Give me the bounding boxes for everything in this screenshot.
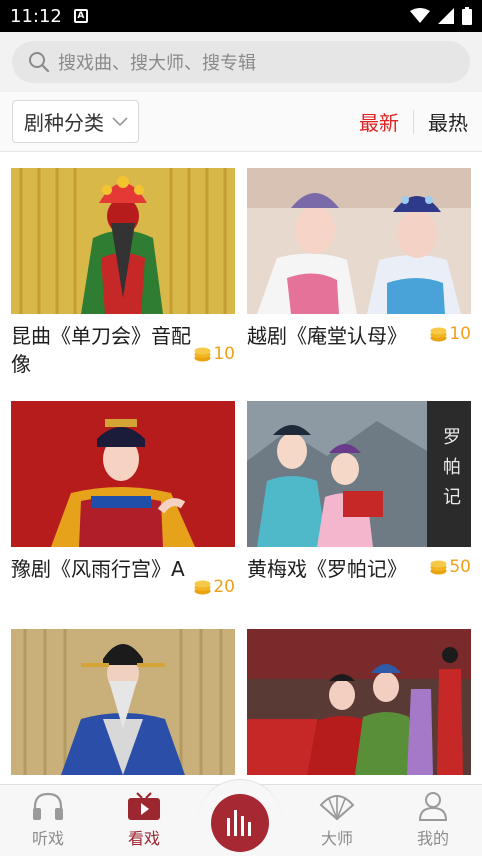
signal-icon (438, 8, 454, 24)
coin-icon (194, 580, 211, 594)
chevron-down-icon (112, 116, 128, 126)
filter-bar: 剧种分类 最新 最热 (0, 92, 482, 152)
video-grid: 昆曲《单刀会》音配像 10 越剧《庵堂认母》 10 豫剧《风雨行宫》A 20 罗… (0, 152, 482, 784)
sort-divider (413, 109, 414, 134)
tab-master-label: 大师 (320, 829, 353, 848)
tab-listen[interactable]: 听戏 (13, 791, 83, 849)
video-price: 20 (194, 577, 235, 597)
status-bar: 11:12 A (0, 0, 482, 32)
video-price-value: 50 (449, 557, 471, 577)
video-card[interactable]: 越剧《庵堂认母》 10 (247, 168, 471, 348)
video-card[interactable]: 罗帕记 黄梅戏《罗帕记》 50 (247, 401, 471, 581)
center-audio-button[interactable] (211, 794, 269, 852)
wifi-icon (410, 8, 430, 23)
video-thumbnail-elder[interactable] (11, 629, 235, 775)
video-price-value: 10 (449, 324, 471, 344)
video-price: 50 (430, 557, 471, 577)
video-card[interactable]: 昆曲《单刀会》音配像 10 (11, 168, 235, 376)
sort-latest-button[interactable]: 最新 (359, 107, 399, 136)
video-price: 10 (430, 324, 471, 344)
bottom-tab-bar: 听戏 看戏 大师 我的 (0, 779, 482, 856)
video-thumbnail-yuju[interactable] (11, 401, 235, 547)
video-card[interactable] (11, 629, 235, 775)
fan-icon (319, 795, 355, 821)
video-title: 豫剧《风雨行宫》A (11, 557, 185, 581)
video-card[interactable] (247, 629, 471, 775)
thumbnail-vertical-title: 罗帕记 (443, 427, 461, 508)
video-thumbnail-stage[interactable] (247, 629, 471, 775)
tab-watch-label: 看戏 (127, 829, 160, 848)
tab-master[interactable]: 大师 (302, 791, 372, 849)
search-area: 搜戏曲、搜大师、搜专辑 (0, 32, 482, 92)
person-icon (418, 792, 448, 821)
status-icons (410, 7, 472, 25)
tab-listen-label: 听戏 (31, 829, 64, 848)
notification-badge-icon: A (73, 9, 88, 23)
coin-icon (194, 347, 211, 361)
coin-icon (430, 560, 447, 574)
video-thumbnail-yueju[interactable] (247, 168, 471, 314)
search-placeholder: 搜戏曲、搜大师、搜专辑 (58, 53, 256, 74)
tab-mine[interactable]: 我的 (398, 791, 468, 849)
coin-icon (430, 327, 447, 341)
video-thumbnail-kunqu[interactable] (11, 168, 235, 314)
video-thumbnail-huangmei[interactable]: 罗帕记 (247, 401, 471, 547)
headphones-icon (33, 792, 63, 820)
tab-watch[interactable]: 看戏 (109, 791, 179, 849)
genre-dropdown-label: 剧种分类 (24, 111, 104, 135)
sort-toggle: 最新 最热 (359, 100, 468, 143)
video-card[interactable]: 豫剧《风雨行宫》A 20 (11, 401, 235, 597)
audio-bars-icon (227, 810, 251, 836)
genre-dropdown[interactable]: 剧种分类 (12, 100, 139, 143)
video-title: 黄梅戏《罗帕记》 (247, 557, 407, 581)
video-title: 越剧《庵堂认母》 (247, 324, 407, 348)
video-title: 昆曲《单刀会》音配像 (11, 324, 191, 376)
search-icon (29, 52, 50, 73)
video-price-value: 10 (213, 344, 235, 364)
center-button-wrap (197, 779, 283, 856)
battery-icon (462, 7, 472, 25)
video-price-value: 20 (213, 577, 235, 597)
tab-mine-label: 我的 (416, 829, 449, 848)
video-price: 10 (194, 344, 235, 364)
tv-icon (128, 792, 160, 820)
sort-hot-button[interactable]: 最热 (428, 107, 468, 136)
search-input[interactable]: 搜戏曲、搜大师、搜专辑 (12, 41, 470, 83)
status-time: 11:12 (10, 5, 62, 27)
